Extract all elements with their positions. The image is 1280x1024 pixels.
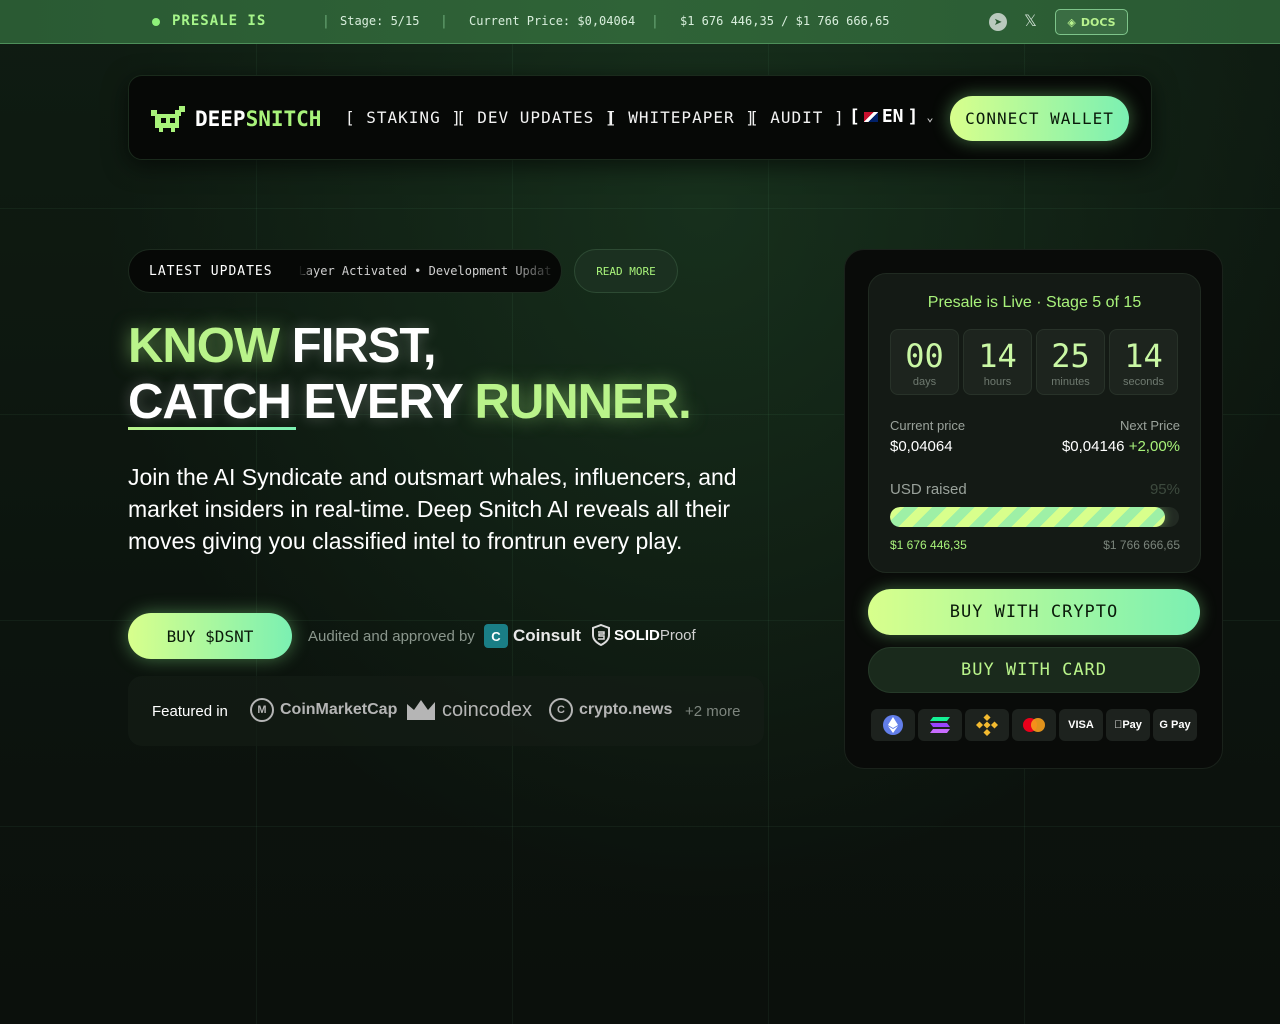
raised-amount: $1 676 446,35 <box>890 538 967 552</box>
ticker-raised: $1 676 446,35 / $1 766 666,65 <box>680 14 890 28</box>
bnb-icon[interactable] <box>965 709 1009 741</box>
featured-more[interactable]: +2 more <box>685 703 740 720</box>
nav-whitepaper[interactable]: [ WHITEPAPER ] <box>607 108 756 127</box>
featured-label: Featured in <box>152 703 228 720</box>
coincodex-logo[interactable]: coincodex <box>406 698 532 722</box>
next-price-label: Next Price <box>1120 418 1180 433</box>
presale-live-status: Presale is Live · Stage 5 of 15 <box>927 294 1142 311</box>
connect-wallet-button[interactable]: CONNECT WALLET <box>950 96 1129 141</box>
logo[interactable]: DEEPSNITCH <box>151 104 321 134</box>
chevron-down-icon: ⌄ <box>926 109 934 124</box>
presale-ticker-bar: PRESALE IS | Stage: 5/15 | Current Price… <box>0 0 1280 44</box>
countdown-minutes: 25 minutes <box>1036 329 1105 395</box>
countdown-seconds: 14 seconds <box>1109 329 1178 395</box>
solana-icon[interactable] <box>918 709 962 741</box>
language-selector[interactable]: [ EN ] ⌄ <box>849 106 934 127</box>
visa-icon[interactable]: VISA <box>1059 709 1103 741</box>
coinsult-logo[interactable]: C Coinsult <box>484 624 581 648</box>
ticker-stage: Stage: 5/15 <box>340 14 420 28</box>
current-price-label: Current price <box>890 418 966 433</box>
google-pay-icon[interactable]: G Pay <box>1153 709 1197 741</box>
progress-fill <box>890 507 1165 527</box>
snitch-logo-icon <box>151 106 185 132</box>
coinmarketcap-logo[interactable]: M CoinMarketCap <box>250 698 397 722</box>
updates-ticker: Layer Activated • Development Updat <box>298 264 552 278</box>
telegram-icon[interactable]: ➤ <box>989 13 1007 31</box>
raised-percent: 95% <box>1149 481 1180 498</box>
goal-amount: $1 766 666,65 <box>1103 538 1180 552</box>
docs-stack-icon: ◈ <box>1067 15 1076 29</box>
ticker-current-price: Current Price: $0,04064 <box>469 14 636 28</box>
ethereum-icon[interactable] <box>871 709 915 741</box>
coinmarketcap-icon: M <box>250 698 274 722</box>
shield-icon <box>592 624 610 646</box>
uk-flag-icon <box>863 111 878 122</box>
buy-with-card-button[interactable]: BUY WITH CARD <box>868 647 1200 693</box>
presale-widget: Presale is Live · Stage 5 of 15 00 days … <box>844 249 1223 769</box>
main-nav: DEEPSNITCH [ STAKING ] [ DEV UPDATES ] [… <box>128 75 1152 160</box>
nav-staking[interactable]: [ STAKING ] <box>345 108 462 127</box>
headline-line-2: CATCH EVERY RUNNER. <box>128 375 692 429</box>
headline-line-1: KNOW FIRST, <box>128 319 436 373</box>
headline-underline <box>128 427 296 430</box>
x-twitter-icon[interactable]: 𝕏 <box>1024 11 1037 30</box>
buy-dsnt-button[interactable]: BUY $DSNT <box>128 613 292 659</box>
crypto-news-logo[interactable]: C crypto.news <box>549 698 672 722</box>
hero-description: Join the AI Syndicate and outsmart whale… <box>128 464 737 554</box>
usd-raised-label: USD raised <box>890 481 967 498</box>
countdown-hours: 14 hours <box>963 329 1032 395</box>
live-dot-icon <box>152 18 160 26</box>
buy-with-crypto-button[interactable]: BUY WITH CRYPTO <box>868 589 1200 635</box>
read-more-button[interactable]: READ MORE <box>574 249 678 293</box>
coinsult-icon: C <box>484 624 508 648</box>
progress-bar <box>890 507 1179 527</box>
mastercard-icon[interactable] <box>1012 709 1056 741</box>
coincodex-icon <box>407 700 435 720</box>
solidproof-logo[interactable]: SOLIDProof <box>592 624 696 646</box>
presale-info-card: Presale is Live · Stage 5 of 15 00 days … <box>868 273 1201 573</box>
nav-dev-updates[interactable]: [ DEV UPDATES ] <box>456 108 616 127</box>
docs-button[interactable]: ◈ DOCS <box>1055 9 1128 35</box>
latest-updates-bar: LATEST UPDATES Layer Activated • Develop… <box>128 249 562 293</box>
featured-in-bar: Featured in M CoinMarketCap coincodex C … <box>128 676 764 746</box>
nav-audit[interactable]: [ AUDIT ] <box>749 108 845 127</box>
latest-updates-label: LATEST UPDATES <box>149 263 273 279</box>
countdown-days: 00 days <box>890 329 959 395</box>
current-price-value: $0,04064 <box>890 438 953 455</box>
apple-pay-icon[interactable]: Pay <box>1106 709 1150 741</box>
crypto-news-icon: C <box>549 698 573 722</box>
next-price-value: $0,04146 +2,00% <box>1061 438 1180 455</box>
audited-label: Audited and approved by <box>308 628 475 645</box>
presale-status: PRESALE IS <box>172 13 267 29</box>
